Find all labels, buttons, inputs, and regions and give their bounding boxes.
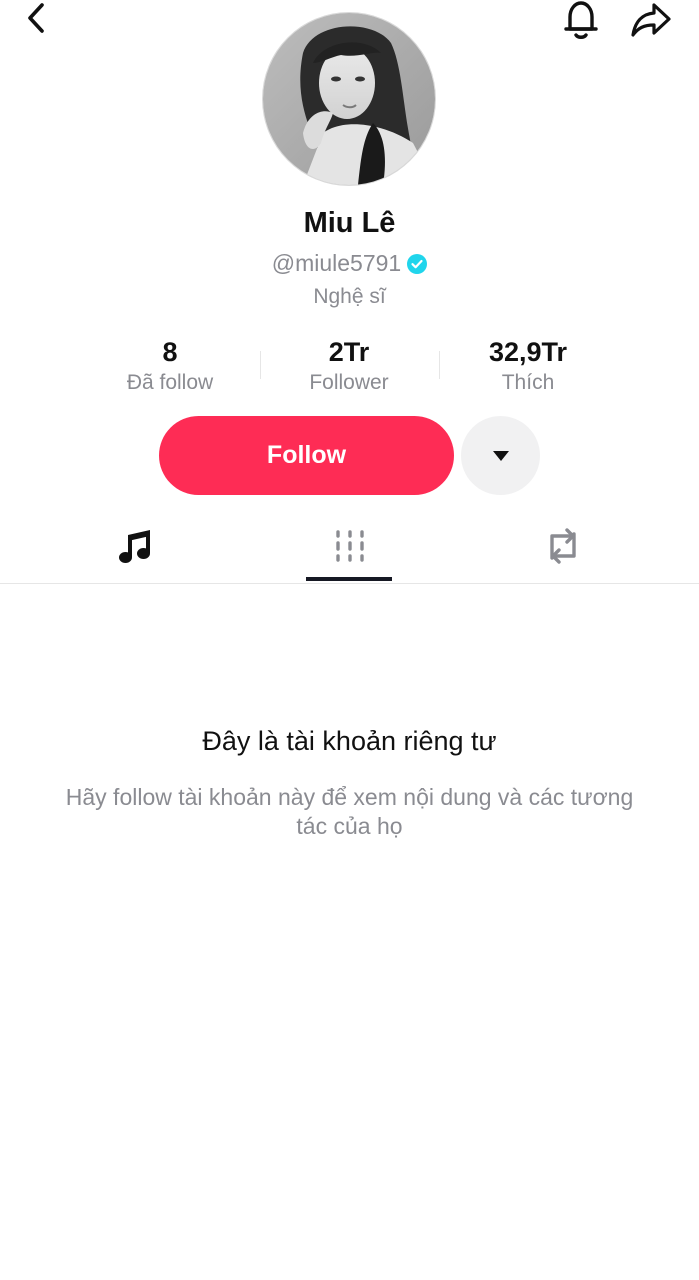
content-tabs	[0, 510, 699, 584]
notifications-button[interactable]	[560, 0, 602, 40]
suggested-accounts-button[interactable]	[461, 416, 540, 495]
chevron-left-icon	[28, 3, 44, 33]
stat-label: Follower	[309, 371, 389, 394]
share-button[interactable]	[628, 0, 674, 40]
profile-category: Nghệ sĩ	[313, 285, 386, 308]
tab-music[interactable]	[17, 510, 253, 582]
caret-down-icon	[492, 450, 509, 461]
stats-row: 8 Đã follow 2Tr Follower 32,9Tr Thích	[80, 335, 619, 397]
profile-handle: @miule5791	[271, 250, 402, 276]
tab-reposts[interactable]	[446, 510, 679, 582]
repost-icon	[549, 528, 576, 564]
back-button[interactable]	[18, 0, 54, 36]
verified-badge-icon	[407, 253, 428, 274]
follow-button[interactable]: Follow	[159, 416, 454, 495]
stat-value: 2Tr	[328, 337, 370, 367]
stat-likes[interactable]: 32,9Tr Thích	[438, 335, 618, 397]
active-tab-indicator	[306, 577, 392, 581]
avatar[interactable]	[263, 13, 435, 185]
stat-label: Thích	[501, 371, 555, 394]
bell-icon	[564, 1, 598, 39]
music-note-icon	[119, 530, 150, 563]
tab-videos[interactable]	[233, 510, 466, 582]
stat-followers[interactable]: 2Tr Follower	[259, 335, 439, 397]
video-grid-icon	[335, 530, 364, 562]
profile-photo	[263, 13, 435, 185]
stat-value: 8	[162, 337, 178, 367]
stat-label: Đã follow	[126, 371, 214, 394]
private-account-title: Đây là tài khoản riêng tư	[202, 726, 497, 756]
stat-value: 32,9Tr	[488, 337, 568, 367]
private-account-description: Hãy follow tài khoản này để xem nội dung…	[65, 784, 634, 839]
handle-row: @miule5791	[0, 250, 699, 277]
profile-name: Miu Lê	[303, 207, 396, 239]
share-arrow-icon	[631, 3, 671, 37]
stat-following[interactable]: 8 Đã follow	[80, 335, 260, 397]
